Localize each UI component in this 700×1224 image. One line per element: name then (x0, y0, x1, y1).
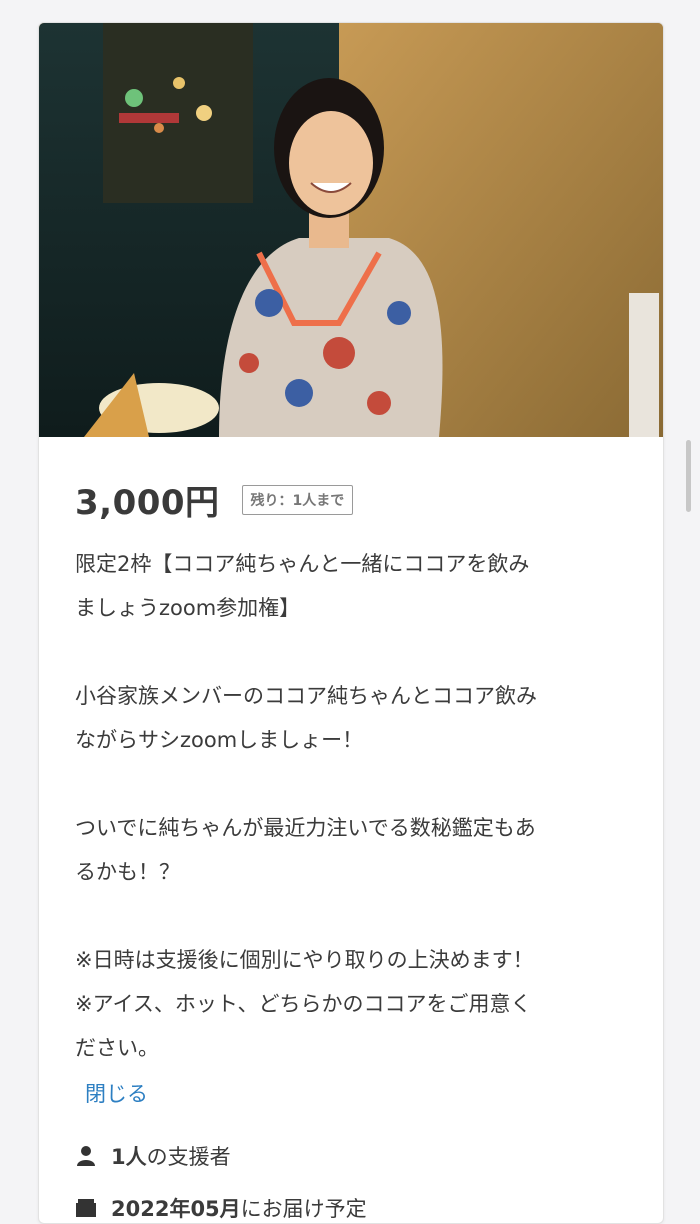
supporters-row: 1人 の支援者 (75, 1130, 627, 1182)
photo-illustration (39, 23, 663, 437)
delivery-date: 2022年05月 (111, 1197, 241, 1221)
person-icon (75, 1146, 97, 1166)
supporters-label: の支援者 (146, 1145, 231, 1169)
reward-photo (39, 23, 663, 437)
remaining-badge: 残り：1人まで (241, 484, 354, 515)
package-icon (75, 1199, 97, 1217)
description-line: ※アイス、ホット、どちらかのココアをご用意く (75, 992, 532, 1016)
description-line: ながらサシzoomしましょー！ (75, 728, 364, 752)
reward-description: 限定2枠【ココア純ちゃんと一緒にココアを飲み ましょうzoom参加権】 小谷家族… (75, 542, 627, 1070)
delivery-label: にお届け予定 (240, 1197, 367, 1221)
reward-card: 3,000円 残り：1人まで 限定2枠【ココア純ちゃんと一緒にココアを飲み まし… (38, 22, 664, 1224)
reward-price: 3,000円 (75, 483, 220, 523)
description-line: ましょうzoom参加権】 (75, 596, 301, 620)
description-line: ついでに純ちゃんが最近力注いでる数秘鑑定もあ (75, 816, 536, 840)
supporters-count: 1人 (111, 1145, 147, 1169)
description-line: 小谷家族メンバーのココア純ちゃんとココア飲み (75, 684, 537, 708)
description-line: るかも！？ (75, 860, 180, 884)
reward-meta: 1人 の支援者 2022年05月 にお届け予定 (75, 1130, 627, 1223)
description-line: ※日時は支援後に個別にやり取りの上決めます！ (75, 948, 534, 972)
scrollbar[interactable] (686, 440, 691, 512)
delivery-row: 2022年05月 にお届け予定 (75, 1182, 627, 1223)
description-line: ださい。 (75, 1036, 159, 1060)
close-link[interactable]: 閉じる (85, 1078, 627, 1108)
description-line: 限定2枠【ココア純ちゃんと一緒にココアを飲み (75, 552, 530, 576)
